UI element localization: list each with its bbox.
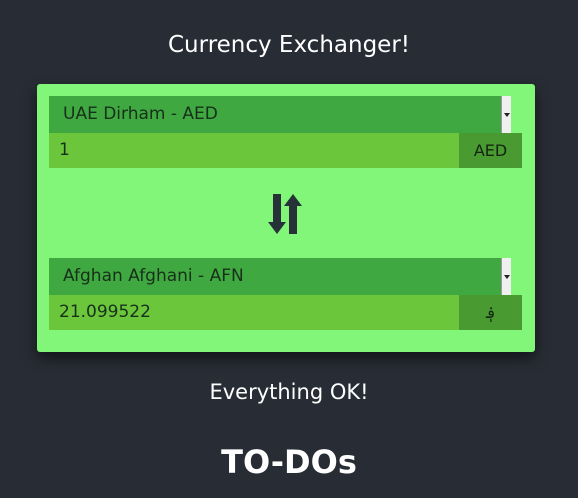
from-amount-row: 1 AED (49, 133, 522, 168)
from-currency-select[interactable]: UAE Dirham - AED (49, 96, 511, 133)
todos-heading: TO-DOs (221, 443, 357, 481)
to-currency-select[interactable]: Afghan Afghani - AFN (49, 258, 511, 295)
from-amount-input[interactable]: 1 (49, 133, 459, 168)
converter-card: UAE Dirham - AED 1 AED Afghan Afghani - … (37, 84, 535, 352)
chevron-down-icon[interactable] (501, 258, 511, 295)
status-message: Everything OK! (209, 380, 369, 404)
app-title: Currency Exchanger! (168, 32, 410, 58)
to-amount-input[interactable]: 21.099522 (49, 295, 459, 330)
to-amount-row: 21.099522 ؋ (49, 295, 522, 330)
swap-arrows-icon[interactable] (267, 192, 303, 236)
to-currency-label: Afghan Afghani - AFN (63, 266, 244, 286)
from-currency-symbol: AED (459, 133, 522, 168)
from-currency-label: UAE Dirham - AED (63, 104, 218, 124)
chevron-down-icon[interactable] (501, 96, 511, 133)
to-currency-symbol: ؋ (459, 295, 522, 330)
